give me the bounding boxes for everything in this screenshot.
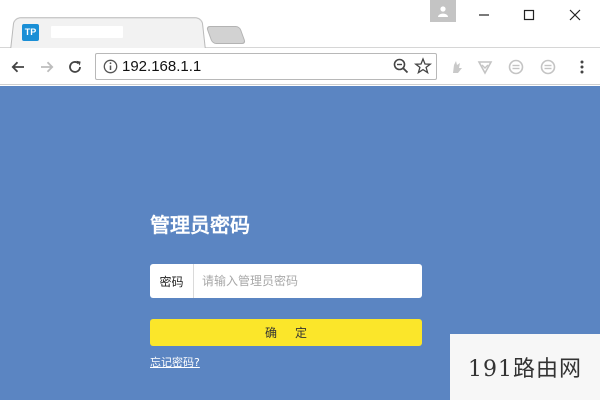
extension-circle-button-2[interactable]	[537, 56, 559, 78]
tab-strip: TP	[0, 0, 600, 49]
zoom-icon[interactable]	[392, 57, 410, 75]
extension-circle-button[interactable]	[505, 56, 527, 78]
extension-hand-button[interactable]	[446, 56, 468, 78]
maximize-button[interactable]	[506, 0, 552, 30]
extension-shield-button[interactable]	[474, 56, 496, 78]
password-field-group: 密码	[150, 264, 422, 298]
browser-menu-button[interactable]	[571, 56, 593, 78]
url-text[interactable]: 192.168.1.1	[122, 58, 201, 75]
browser-toolbar: 192.168.1.1	[0, 48, 600, 85]
tp-link-favicon: TP	[22, 23, 39, 41]
menu-dots-icon	[580, 60, 584, 74]
new-tab-button[interactable]	[205, 26, 247, 44]
reload-icon	[69, 60, 81, 73]
info-icon[interactable]	[103, 59, 118, 74]
reload-button[interactable]	[63, 55, 87, 79]
forward-arrow-icon	[41, 61, 54, 73]
forward-button[interactable]	[35, 55, 59, 79]
close-icon	[569, 9, 581, 21]
back-button[interactable]	[6, 55, 30, 79]
extension-circle-icon-2	[540, 59, 556, 75]
tab-content[interactable]: TP	[22, 21, 123, 43]
close-window-button[interactable]	[552, 0, 598, 30]
password-input[interactable]	[194, 264, 422, 298]
profile-button[interactable]	[430, 0, 456, 22]
tab-title-redacted	[51, 26, 123, 38]
extension-shield-icon	[477, 61, 493, 75]
minimize-button[interactable]	[461, 0, 507, 30]
confirm-button[interactable]: 确定	[150, 319, 422, 346]
extension-circle-icon	[508, 59, 524, 75]
minimize-icon	[479, 14, 489, 16]
back-arrow-icon	[11, 61, 24, 73]
address-bar[interactable]: 192.168.1.1	[95, 53, 437, 80]
person-icon	[438, 6, 448, 17]
star-icon[interactable]	[414, 57, 432, 75]
watermark: 191路由网	[450, 334, 600, 400]
extension-hand-icon	[453, 61, 462, 73]
password-label: 密码	[150, 264, 194, 298]
login-title: 管理员密码	[150, 213, 250, 237]
maximize-icon	[523, 9, 535, 21]
forgot-password-link[interactable]: 忘记密码?	[150, 354, 200, 370]
